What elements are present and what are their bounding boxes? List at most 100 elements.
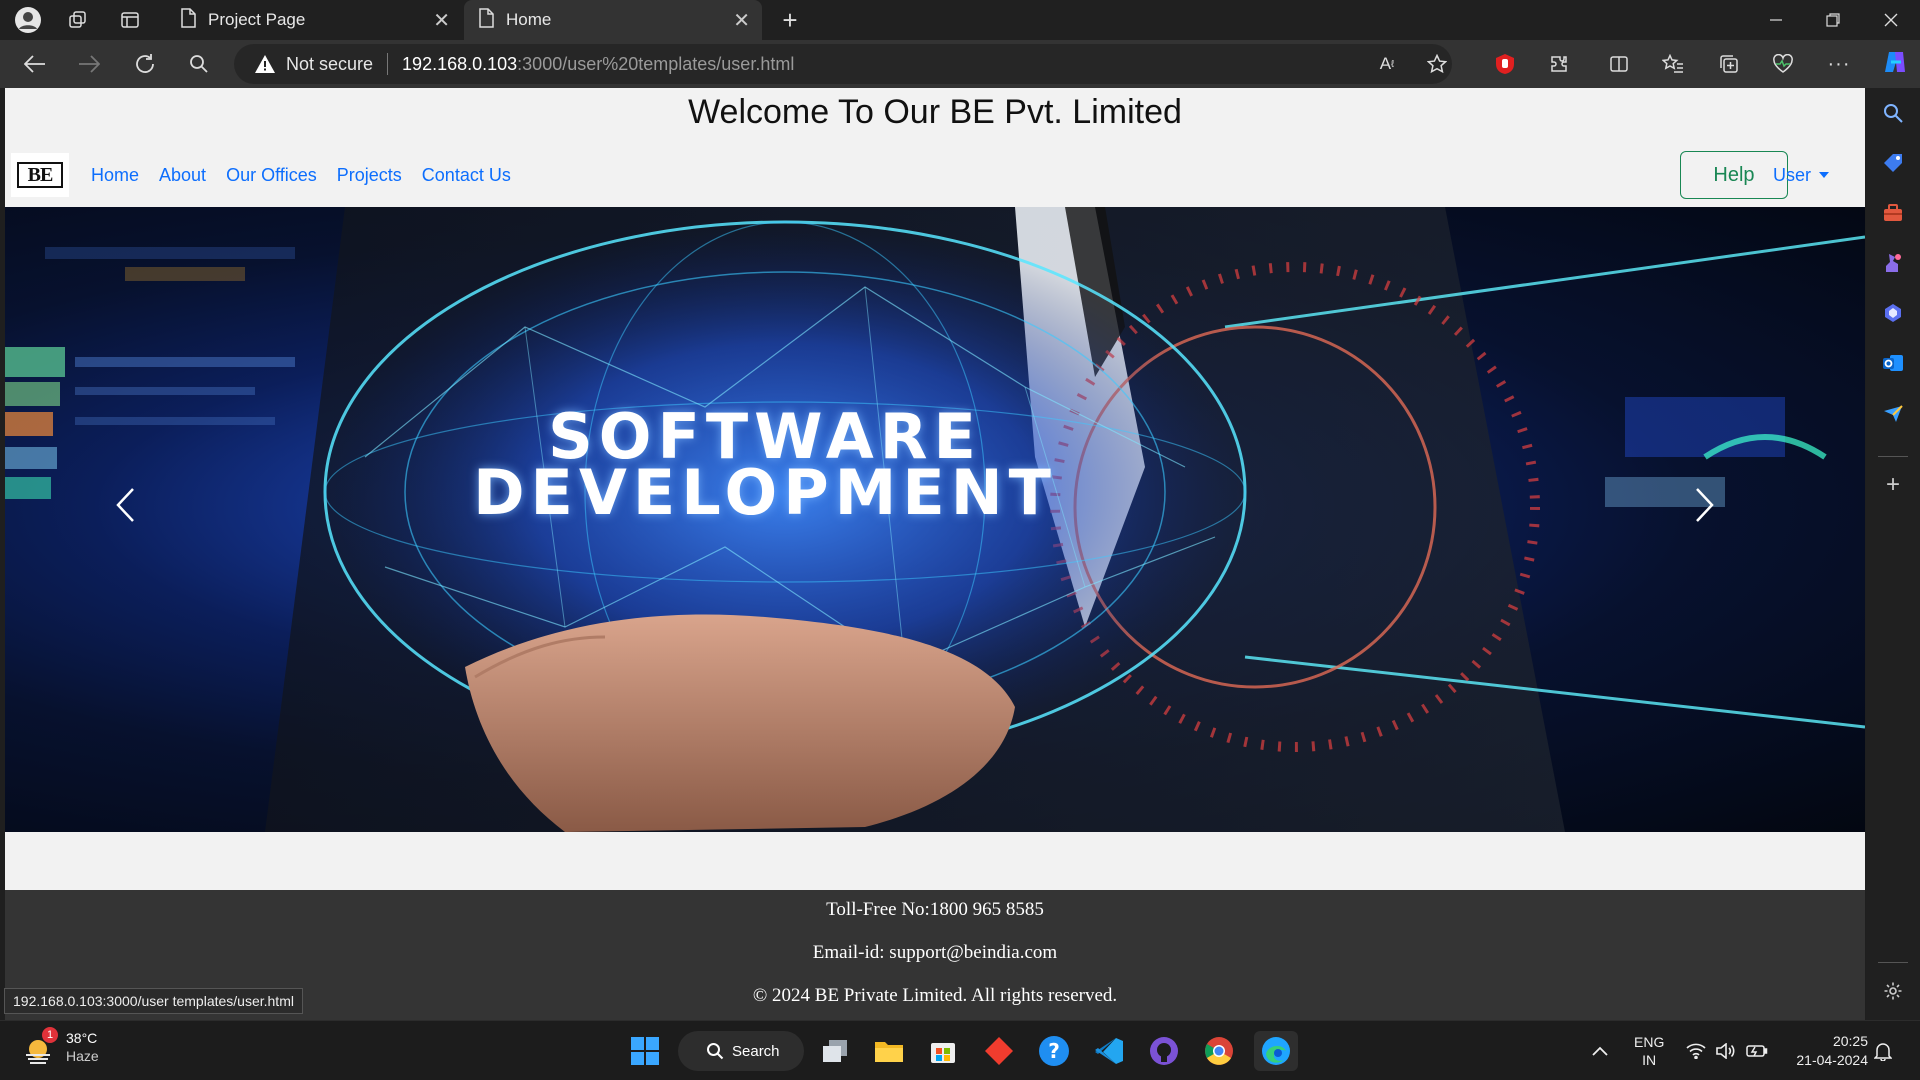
- clock-date: 21-04-2024: [1796, 1052, 1868, 1068]
- outlook-icon[interactable]: [1878, 348, 1908, 378]
- weather-widget[interactable]: 1 38°C Haze: [22, 1027, 99, 1065]
- volume-icon[interactable]: [1716, 1021, 1736, 1080]
- svg-text:?: ?: [1048, 1039, 1060, 1063]
- brand-logo-text: BE: [17, 162, 63, 188]
- split-screen-icon[interactable]: [1604, 50, 1634, 78]
- github-desktop-icon[interactable]: [1144, 1031, 1184, 1071]
- notification-bell-icon[interactable]: [1874, 1021, 1892, 1080]
- clock-time: 20:25: [1832, 1033, 1868, 1049]
- sidebar-divider: [1878, 456, 1908, 457]
- minimize-icon[interactable]: [1747, 0, 1805, 40]
- battery-icon[interactable]: [1746, 1021, 1768, 1080]
- windows-start-icon[interactable]: [625, 1031, 665, 1071]
- browser-title-bar: Project Page ✕ Home ✕ +: [0, 0, 1920, 40]
- adblock-extension-icon[interactable]: [1490, 50, 1520, 78]
- sidebar-divider: [1878, 962, 1908, 963]
- edge-icon[interactable]: [1254, 1031, 1298, 1071]
- url-field[interactable]: Not secure 192.168.0.103 :3000/user%20te…: [234, 44, 1452, 84]
- site-navbar: BE Home About Our Offices Projects Conta…: [5, 144, 1865, 206]
- link-status-tooltip: 192.168.0.103:3000/user templates/user.h…: [4, 988, 303, 1014]
- tools-icon[interactable]: [1878, 198, 1908, 228]
- nav-link-about[interactable]: About: [159, 165, 206, 186]
- nav-link-projects[interactable]: Projects: [337, 165, 402, 186]
- language-region: IN: [1642, 1052, 1657, 1068]
- help-app-icon[interactable]: ?: [1034, 1031, 1074, 1071]
- chrome-icon[interactable]: [1199, 1031, 1239, 1071]
- warning-icon: [255, 55, 275, 73]
- tab-actions-icon[interactable]: [114, 4, 146, 36]
- nav-link-our-offices[interactable]: Our Offices: [226, 165, 317, 186]
- read-aloud-icon[interactable]: Aℓ: [1372, 50, 1402, 78]
- new-tab-icon[interactable]: +: [774, 4, 806, 36]
- tab-project-page[interactable]: Project Page ✕: [166, 0, 462, 40]
- language-indicator[interactable]: ENG IN: [1634, 1021, 1664, 1080]
- hero-carousel: SOFTWARE DEVELOPMENT: [5, 207, 1865, 832]
- back-icon[interactable]: [18, 48, 52, 80]
- search-icon[interactable]: [182, 48, 216, 80]
- tab-home[interactable]: Home ✕: [464, 0, 762, 40]
- url-host: 192.168.0.103: [402, 53, 518, 74]
- weather-sun-icon: 1: [22, 1027, 58, 1065]
- settings-gear-icon[interactable]: [1878, 976, 1908, 1006]
- edge-sidebar: +: [1866, 88, 1920, 1020]
- close-tab-icon[interactable]: ✕: [733, 8, 750, 33]
- shopping-tag-icon[interactable]: [1878, 148, 1908, 178]
- user-dropdown-label: User: [1773, 164, 1812, 185]
- task-view-icon[interactable]: [815, 1031, 855, 1071]
- page-icon: [180, 7, 196, 33]
- search-icon: [707, 1043, 724, 1060]
- wifi-icon[interactable]: [1686, 1021, 1706, 1080]
- favorites-icon[interactable]: [1658, 50, 1688, 78]
- url-path: :3000/user%20templates/user.html: [517, 53, 795, 74]
- tab-label: Home: [506, 10, 552, 29]
- workspaces-icon[interactable]: [62, 4, 94, 36]
- language-code: ENG: [1634, 1034, 1665, 1050]
- close-window-icon[interactable]: [1862, 0, 1920, 40]
- favorite-star-icon[interactable]: [1422, 50, 1452, 78]
- drop-icon[interactable]: [1878, 398, 1908, 428]
- browser-essentials-icon[interactable]: [1768, 50, 1798, 78]
- file-explorer-icon[interactable]: [869, 1031, 909, 1071]
- search-icon[interactable]: [1878, 98, 1908, 128]
- weather-description: Haze: [66, 1048, 99, 1064]
- windows-taskbar: 1 38°C Haze Search ? ENG IN 20:25 21-04-…: [0, 1020, 1920, 1080]
- extensions-icon[interactable]: [1544, 50, 1574, 78]
- close-tab-icon[interactable]: ✕: [433, 8, 450, 33]
- weather-temperature: 38°C: [66, 1030, 98, 1046]
- page-viewport: Welcome To Our BE Pvt. Limited BE Home A…: [5, 88, 1865, 1020]
- collections-icon[interactable]: [1714, 50, 1744, 78]
- profile-icon[interactable]: [12, 4, 44, 36]
- footer-toll-free: Toll-Free No:1800 965 8585: [826, 899, 1044, 920]
- copilot-icon[interactable]: [1880, 48, 1910, 76]
- refresh-icon[interactable]: [128, 48, 162, 80]
- microsoft-store-icon[interactable]: [923, 1031, 963, 1071]
- carousel-prev-icon[interactable]: [115, 487, 175, 547]
- url-separator: [387, 53, 389, 75]
- footer-email: Email-id: support@beindia.com: [812, 942, 1058, 963]
- games-icon[interactable]: [1878, 248, 1908, 278]
- vscode-icon[interactable]: [1089, 1031, 1129, 1071]
- clock[interactable]: 20:25 21-04-2024: [1784, 1021, 1868, 1080]
- caret-down-icon: [1819, 172, 1830, 178]
- nav-link-home[interactable]: Home: [91, 165, 139, 186]
- git-app-icon[interactable]: [979, 1031, 1019, 1071]
- brand-logo[interactable]: BE: [11, 153, 69, 197]
- help-button[interactable]: Help: [1680, 151, 1788, 199]
- more-options-icon[interactable]: ···: [1824, 50, 1854, 78]
- taskbar-search[interactable]: Search: [678, 1031, 804, 1071]
- content-spacer: [5, 832, 1865, 890]
- forward-icon[interactable]: [72, 48, 106, 80]
- restore-icon[interactable]: [1804, 0, 1862, 40]
- nav-links: Home About Our Offices Projects Contact …: [91, 144, 531, 206]
- search-label: Search: [732, 1042, 780, 1060]
- hero-title-line2: DEVELOPMENT: [473, 456, 1057, 529]
- welcome-title: Welcome To Our BE Pvt. Limited: [688, 93, 1182, 131]
- security-label[interactable]: Not secure: [286, 54, 373, 75]
- carousel-next-icon[interactable]: [1695, 487, 1755, 547]
- tray-overflow-icon[interactable]: [1592, 1021, 1608, 1080]
- microsoft-365-icon[interactable]: [1878, 298, 1908, 328]
- user-dropdown[interactable]: User: [1773, 144, 1830, 206]
- tab-label: Project Page: [208, 10, 306, 29]
- nav-link-contact-us[interactable]: Contact Us: [422, 165, 511, 186]
- add-icon[interactable]: +: [1878, 470, 1908, 500]
